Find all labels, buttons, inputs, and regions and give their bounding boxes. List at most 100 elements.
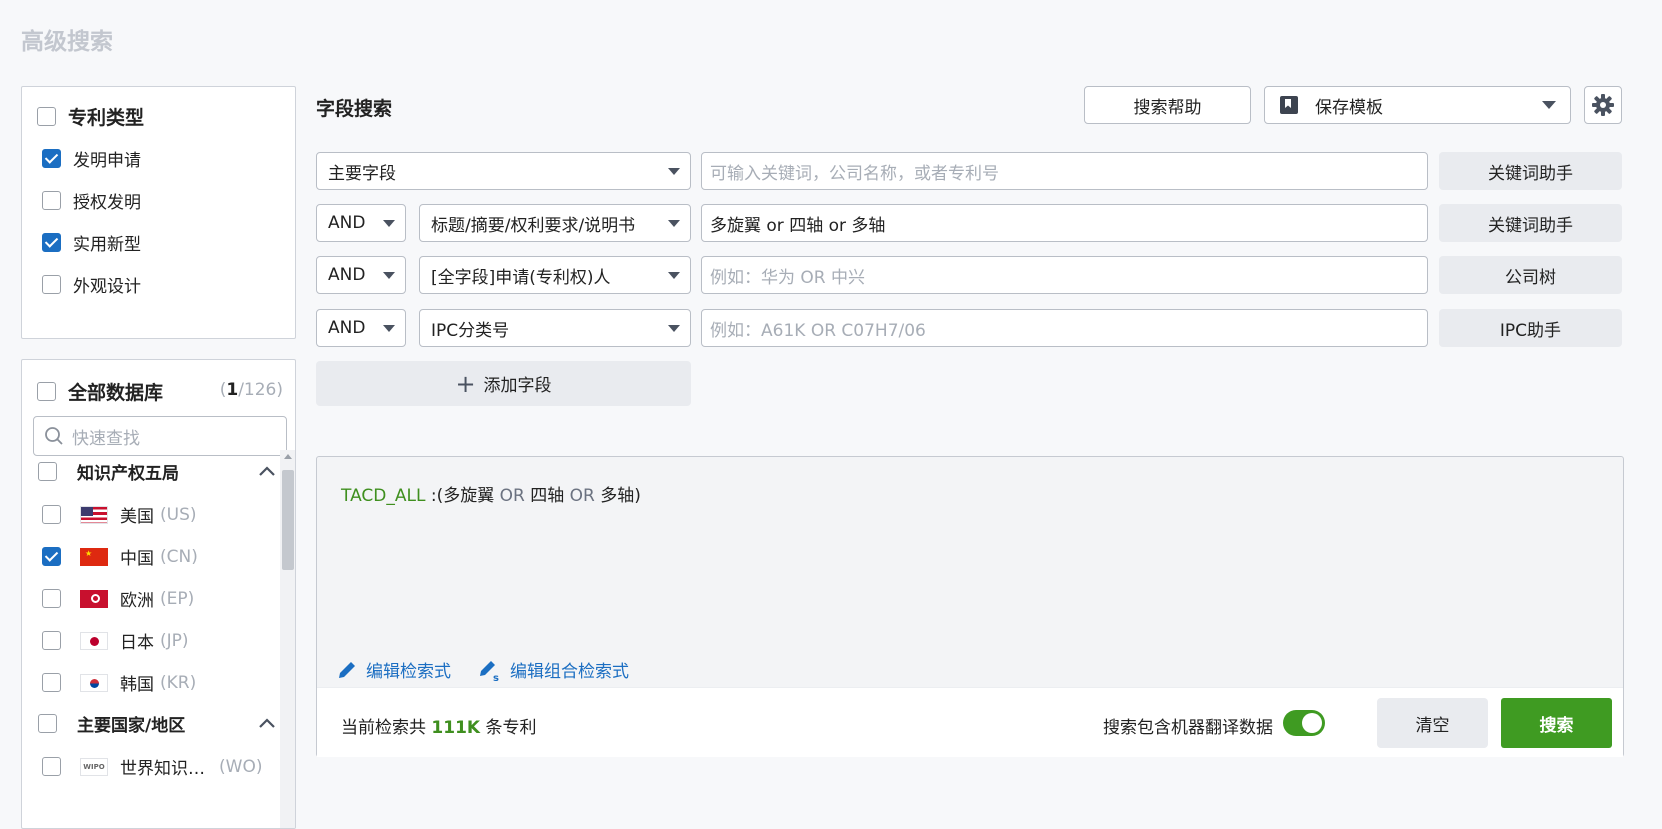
search-help-button[interactable]: 搜索帮助: [1084, 86, 1251, 124]
database-search-input[interactable]: 快速查找: [33, 416, 287, 456]
save-template-select[interactable]: 保存模板: [1264, 86, 1571, 124]
edit-query-label: 编辑检索式: [366, 662, 451, 682]
field-select[interactable]: 主要字段: [316, 152, 691, 190]
edit-combo-query-link[interactable]: s 编辑组合检索式: [478, 657, 629, 682]
scrollbar-thumb[interactable]: [282, 470, 294, 570]
keyword-helper-button[interactable]: 关键词助手: [1439, 152, 1622, 190]
chevron-down-icon: [668, 324, 680, 332]
country-code: (JP): [160, 630, 189, 651]
checkbox[interactable]: [42, 547, 61, 566]
checkbox[interactable]: [42, 275, 61, 294]
chevron-down-icon: [383, 324, 395, 332]
ipc-input-placeholder: 例如：A61K OR C07H7/06: [710, 320, 926, 341]
patent-type-item[interactable]: 实用新型: [42, 230, 141, 255]
operator-select[interactable]: AND: [316, 309, 406, 347]
applicant-input[interactable]: 例如：华为 OR 中兴: [701, 256, 1428, 294]
page-title: 高级搜索: [21, 29, 113, 55]
settings-button[interactable]: [1584, 86, 1622, 124]
scroll-up-icon[interactable]: [284, 454, 292, 459]
keyword-input[interactable]: 可输入关键词，公司名称，或者专利号: [701, 152, 1428, 190]
ipc-helper-button[interactable]: IPC助手: [1439, 309, 1622, 347]
country-code: (KR): [160, 672, 197, 693]
checkbox[interactable]: [42, 757, 61, 776]
patent-type-label: 发明申请: [73, 151, 141, 171]
patent-type-all-checkbox[interactable]: [37, 107, 56, 126]
country-name: 日本: [120, 633, 154, 653]
applicant-input-placeholder: 例如：华为 OR 中兴: [710, 267, 866, 288]
patent-type-item[interactable]: 发明申请: [42, 146, 141, 171]
plus-icon: +: [455, 369, 476, 398]
checkbox[interactable]: [42, 191, 61, 210]
group-checkbox[interactable]: [38, 714, 57, 733]
chevron-up-icon[interactable]: [256, 461, 278, 483]
country-item-wo[interactable]: WIPO 世界知识… (WO): [42, 754, 262, 779]
patent-type-item[interactable]: 外观设计: [42, 272, 141, 297]
keyword-helper-button[interactable]: 关键词助手: [1439, 204, 1622, 242]
checkbox[interactable]: [42, 505, 61, 524]
field-select-value: 标题/摘要/权利要求/说明书: [431, 215, 636, 236]
kr-flag-icon: [80, 673, 108, 692]
field-select[interactable]: 标题/摘要/权利要求/说明书: [419, 204, 691, 242]
checkbox[interactable]: [42, 673, 61, 692]
add-field-button[interactable]: + 添加字段: [316, 361, 691, 406]
country-item-cn[interactable]: ★ 中国 (CN): [42, 544, 198, 569]
chevron-down-icon: [1542, 101, 1556, 109]
country-item-us[interactable]: 美国 (US): [42, 502, 197, 527]
clear-button[interactable]: 清空: [1377, 698, 1488, 748]
pencil-s-icon: s: [480, 660, 499, 682]
database-title: 全部数据库: [68, 382, 164, 404]
svg-text:s: s: [493, 673, 499, 682]
country-item-ep[interactable]: 欧洲 (EP): [42, 586, 194, 611]
country-name: 中国: [120, 549, 154, 569]
machine-translation-label: 搜索包含机器翻译数据: [1103, 718, 1273, 738]
bookmark-icon: [1280, 96, 1298, 114]
toggle-knob: [1302, 713, 1322, 733]
field-search-title: 字段搜索: [316, 98, 393, 120]
group-checkbox[interactable]: [38, 462, 57, 481]
database-all-checkbox[interactable]: [37, 382, 56, 401]
keyword-input-value: 多旋翼 or 四轴 or 多轴: [710, 215, 886, 236]
group-header-ipo5[interactable]: 知识产权五局: [38, 459, 278, 484]
operator-select[interactable]: AND: [316, 204, 406, 242]
field-select[interactable]: [全字段]申请(专利权)人: [419, 256, 691, 294]
country-item-jp[interactable]: 日本 (JP): [42, 628, 189, 653]
field-select-value: [全字段]申请(专利权)人: [431, 267, 611, 288]
chevron-down-icon: [668, 271, 680, 279]
wipo-logo-icon: WIPO: [80, 757, 108, 776]
field-select[interactable]: IPC分类号: [419, 309, 691, 347]
group-label: 知识产权五局: [77, 464, 179, 484]
database-count: (1/126): [219, 380, 283, 400]
query-footer: 当前检索共 111K 条专利 搜索包含机器翻译数据 清空 搜索: [317, 687, 1623, 757]
patent-type-label: 外观设计: [73, 277, 141, 297]
us-flag-icon: [80, 505, 108, 524]
company-tree-button[interactable]: 公司树: [1439, 256, 1622, 294]
checkbox[interactable]: [42, 149, 61, 168]
chevron-down-icon: [668, 219, 680, 227]
country-name: 韩国: [120, 675, 154, 695]
operator-select[interactable]: AND: [316, 256, 406, 294]
checkbox[interactable]: [42, 631, 61, 650]
ipc-input[interactable]: 例如：A61K OR C07H7/06: [701, 309, 1428, 347]
patent-type-item[interactable]: 授权发明: [42, 188, 141, 213]
database-header[interactable]: 全部数据库: [37, 378, 163, 405]
search-placeholder: 快速查找: [72, 428, 140, 449]
add-field-label: 添加字段: [483, 376, 552, 396]
chevron-down-icon: [383, 271, 395, 279]
keyword-input[interactable]: 多旋翼 or 四轴 or 多轴: [701, 204, 1428, 242]
pencil-icon: [339, 661, 355, 678]
search-icon: [45, 427, 63, 445]
database-scrollbar[interactable]: [280, 450, 295, 828]
country-code: (WO): [219, 756, 263, 777]
patent-type-panel: 专利类型 发明申请 授权发明 实用新型 外观设计: [21, 86, 296, 339]
chevron-down-icon: [383, 219, 395, 227]
checkbox[interactable]: [42, 233, 61, 252]
edit-query-link[interactable]: 编辑检索式: [336, 657, 451, 682]
machine-translation-toggle[interactable]: [1283, 710, 1325, 736]
patent-type-header[interactable]: 专利类型: [37, 103, 144, 130]
checkbox[interactable]: [42, 589, 61, 608]
chevron-up-icon[interactable]: [256, 713, 278, 735]
jp-flag-icon: [80, 631, 108, 650]
search-button[interactable]: 搜索: [1501, 698, 1612, 748]
group-header-major-regions[interactable]: 主要国家/地区: [38, 711, 278, 736]
country-item-kr[interactable]: 韩国 (KR): [42, 670, 196, 695]
